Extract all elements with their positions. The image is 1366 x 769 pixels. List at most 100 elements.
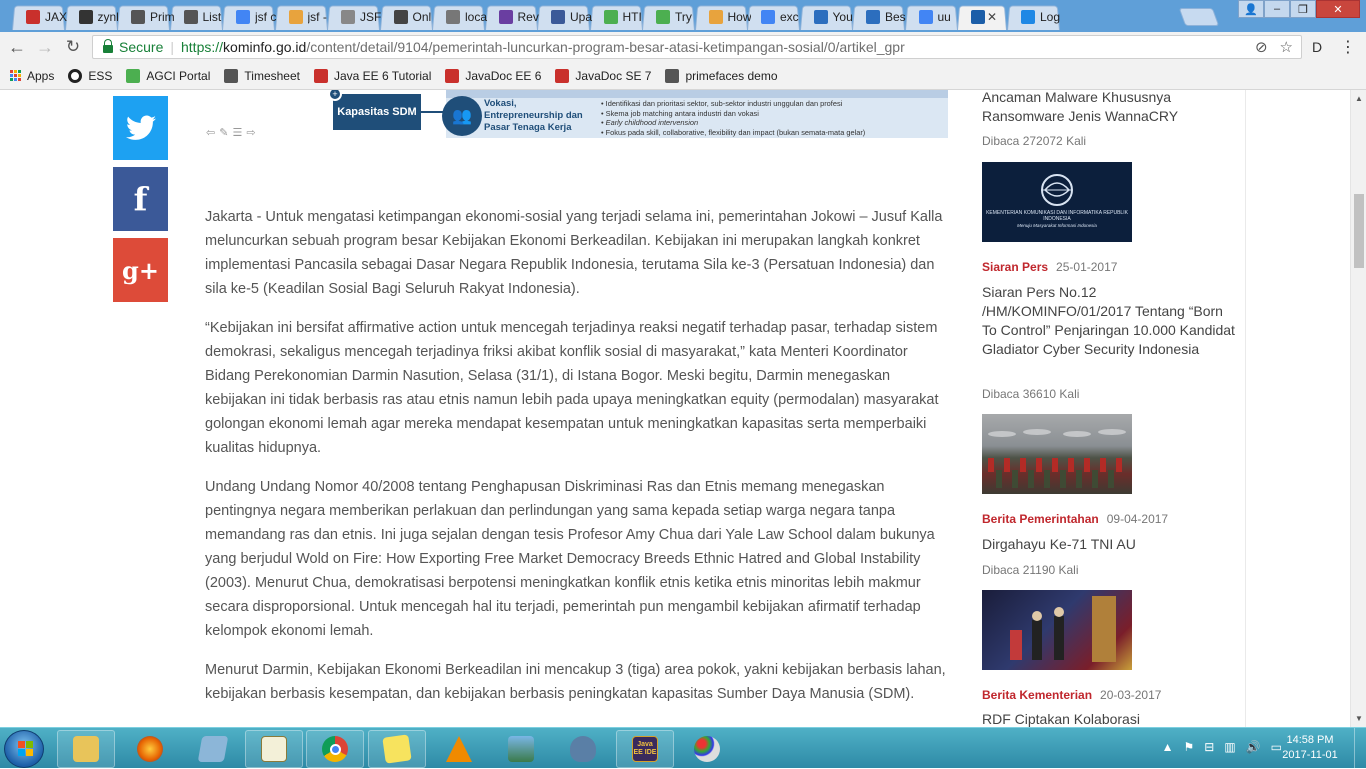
postgres-elephant-icon: [570, 736, 596, 762]
news-title-link[interactable]: Siaran Pers No.12 /HM/KOMINFO/01/2017 Te…: [982, 283, 1240, 359]
blocked-content-icon[interactable]: ⊘: [1255, 38, 1268, 56]
w3schools-icon: [603, 9, 618, 24]
start-button[interactable]: [4, 730, 44, 768]
bookmark-item[interactable]: JavaDoc EE 6: [445, 68, 541, 83]
news-title-link[interactable]: Dirgahayu Ke-71 TNI AU: [982, 535, 1240, 554]
people-icon: 👥: [442, 96, 482, 136]
scroll-up-icon[interactable]: ▲: [1355, 94, 1363, 103]
page-icon: [341, 9, 355, 24]
news-title-link[interactable]: Ancaman Malware Khususnya Ransomware Jen…: [982, 90, 1240, 126]
lock-icon: [103, 39, 113, 53]
prev-arrow-icon[interactable]: ⇦: [206, 127, 219, 139]
browser-tab[interactable]: jsf -: [271, 3, 332, 30]
scroll-down-icon[interactable]: ▼: [1355, 714, 1363, 723]
browser-tab[interactable]: List: [166, 3, 227, 30]
volume-icon[interactable]: 🔊: [1246, 740, 1261, 754]
scrollbar-thumb[interactable]: [1354, 194, 1364, 268]
taskbar-sticky-notes[interactable]: [368, 730, 426, 768]
chrome-icon: [322, 736, 348, 762]
reload-button[interactable]: ↻: [62, 36, 84, 58]
cb-icon: [866, 9, 880, 24]
tabs: JAX zynl Prim List jsf c jsf - JSF Onl loca Rev Up…: [8, 3, 1060, 30]
parade-photo-icon: [988, 429, 1126, 488]
secure-label: Secure: [119, 39, 164, 55]
news-title-link[interactable]: RDF Ciptakan Kolaborasi: [982, 710, 1240, 727]
taskbar-app[interactable]: [184, 730, 242, 768]
browser-tab[interactable]: How: [691, 3, 751, 30]
taskbar-paint[interactable]: [678, 730, 736, 768]
bookmark-item[interactable]: Apps: [10, 69, 54, 83]
menu-icon[interactable]: ⋮: [1338, 37, 1358, 57]
browser-tab[interactable]: zynl: [61, 3, 122, 30]
show-desktop-button[interactable]: [1354, 728, 1366, 769]
googleplus-share-button[interactable]: g+: [113, 238, 168, 302]
browser-tab[interactable]: HTI: [586, 3, 647, 30]
news-category[interactable]: Berita Pemerintahan: [982, 512, 1099, 526]
news-category[interactable]: Siaran Pers: [982, 260, 1048, 274]
browser-tab[interactable]: Onl: [376, 3, 437, 30]
taskbar-eclipse[interactable]: Java EE IDE: [616, 730, 674, 768]
news-thumbnail[interactable]: KEMENTERIAN KOMUNIKASI DAN INFORMATIKA R…: [982, 162, 1132, 242]
usb-icon[interactable]: ⊟: [1204, 740, 1214, 754]
browser-tab[interactable]: uu: [901, 3, 962, 30]
edit-icon[interactable]: ✎: [219, 127, 232, 139]
network-icon[interactable]: ▥: [1224, 740, 1235, 754]
vertical-scrollbar[interactable]: ▲ ▼: [1350, 90, 1366, 727]
network-warning-icon[interactable]: ⚑: [1184, 740, 1195, 754]
close-window-button[interactable]: ✕: [1316, 0, 1360, 18]
minimize-button[interactable]: –: [1264, 0, 1290, 18]
bookmark-label: Apps: [27, 68, 55, 83]
browser-tab[interactable]: You: [796, 3, 857, 30]
next-arrow-icon[interactable]: ⇨: [246, 127, 259, 139]
url-scheme: https://: [181, 39, 224, 55]
bookmark-item[interactable]: ESS: [68, 68, 112, 83]
browser-tab[interactable]: JSF: [323, 3, 384, 30]
taskbar-explorer[interactable]: [57, 730, 115, 768]
taskbar-firefox[interactable]: [121, 730, 179, 768]
browser-tab[interactable]: jsf c: [218, 3, 279, 30]
bookmark-item[interactable]: primefaces demo: [665, 68, 778, 83]
system-clock[interactable]: 14:58 PM 2017-11-01: [1278, 733, 1342, 763]
close-tab-icon[interactable]: ✕: [987, 10, 997, 24]
browser-tab[interactable]: Rev: [481, 3, 542, 30]
google-icon: [918, 9, 933, 24]
ess-icon: [68, 68, 83, 83]
back-button[interactable]: ←: [6, 36, 28, 58]
news-thumbnail[interactable]: [982, 414, 1132, 494]
extension-icon[interactable]: D: [1307, 37, 1327, 57]
browser-tab[interactable]: loca: [428, 3, 489, 30]
browser-tab[interactable]: JAX: [8, 3, 69, 30]
news-thumbnail[interactable]: [982, 590, 1132, 670]
notepad-icon: [197, 736, 229, 762]
text-icon[interactable]: ☰: [232, 127, 246, 139]
show-hidden-icons[interactable]: ▲: [1162, 740, 1174, 754]
browser-tab[interactable]: Prim: [113, 3, 174, 30]
taskbar-editor[interactable]: [245, 730, 303, 768]
taskbar-vlc[interactable]: [430, 730, 488, 768]
maximize-button[interactable]: ❐: [1290, 0, 1316, 18]
twitter-share-button[interactable]: [113, 96, 168, 160]
taskbar-pgadmin[interactable]: [554, 730, 612, 768]
forward-button[interactable]: →: [34, 36, 56, 58]
news-category[interactable]: Berita Kementerian: [982, 688, 1092, 702]
user-icon[interactable]: 👤: [1238, 0, 1264, 18]
tab-title: loca: [465, 9, 488, 24]
taskbar-chrome[interactable]: [306, 730, 364, 768]
facebook-share-button[interactable]: f: [113, 167, 168, 231]
new-tab-button[interactable]: [1178, 8, 1220, 26]
browser-tab[interactable]: Upa: [533, 3, 594, 30]
taskbar-photos[interactable]: [492, 730, 550, 768]
wikipedia-icon: [183, 9, 198, 24]
browser-tab[interactable]: Log: [1003, 3, 1064, 30]
address-bar[interactable]: Secure | https://kominfo.go.id/content/d…: [92, 35, 1302, 59]
url-text[interactable]: https://kominfo.go.id/content/detail/910…: [181, 39, 905, 55]
bookmark-item[interactable]: JavaDoc SE 7: [555, 68, 651, 83]
bookmark-item[interactable]: Timesheet: [224, 68, 300, 83]
browser-tab[interactable]: Bes: [848, 3, 909, 30]
article-paragraph: Menurut Darmin, Kebijakan Ekonomi Berkea…: [205, 662, 946, 702]
browser-tab[interactable]: exc: [743, 3, 804, 30]
bookmark-item[interactable]: AGCI Portal: [126, 68, 210, 83]
bookmark-item[interactable]: Java EE 6 Tutorial: [313, 68, 431, 83]
browser-tab[interactable]: Try: [638, 3, 699, 30]
bookmark-star-icon[interactable]: ☆: [1280, 38, 1293, 56]
